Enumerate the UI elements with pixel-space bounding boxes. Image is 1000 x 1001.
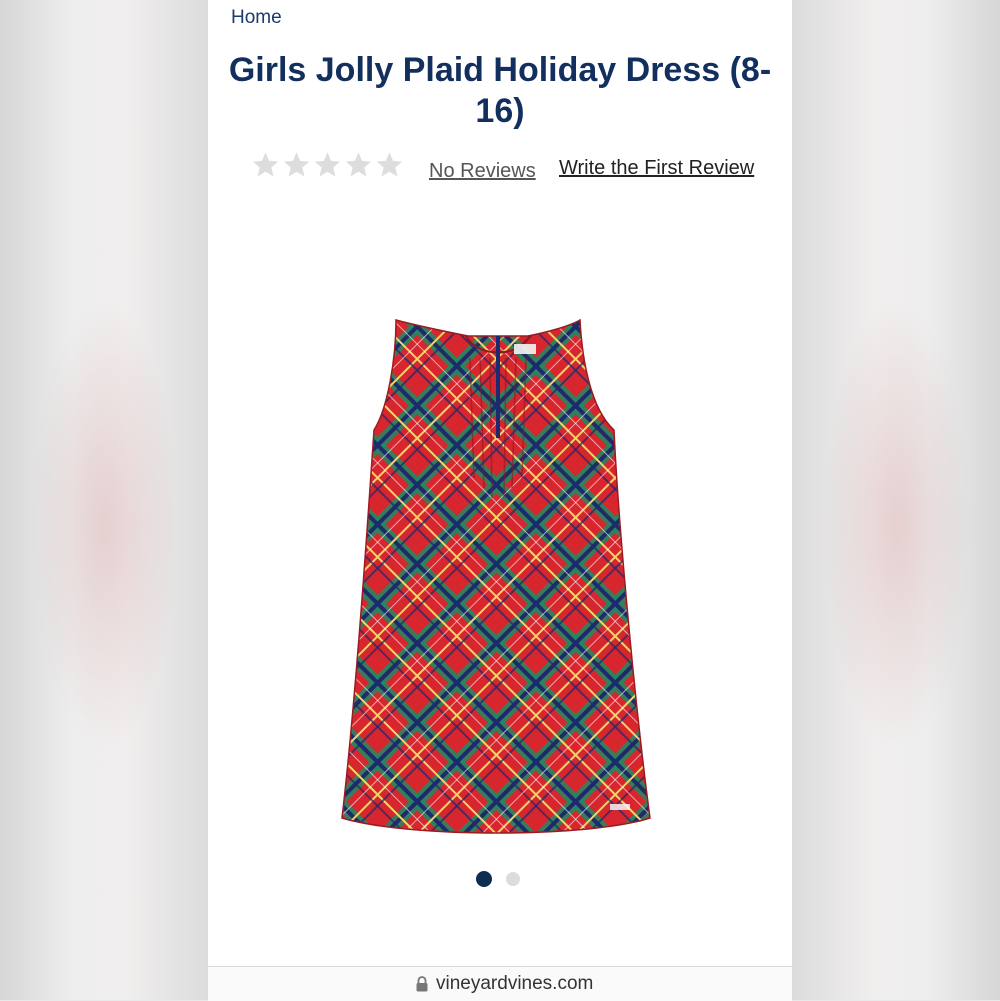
background-left <box>0 0 208 1000</box>
star-icon <box>252 152 279 177</box>
plaid-dress-image[interactable] <box>338 318 658 848</box>
product-title: Girls Jolly Plaid Holiday Dress (8-16) <box>228 51 772 130</box>
star-icon <box>283 152 310 177</box>
breadcrumb-home-link[interactable]: Home <box>231 7 282 29</box>
star-icon <box>376 152 403 177</box>
lock-icon <box>416 976 428 992</box>
url-text: vineyardvines.com <box>436 973 594 994</box>
star-icon <box>345 152 372 177</box>
star-rating <box>251 150 404 179</box>
star-icon <box>314 152 341 177</box>
carousel-dot-1[interactable] <box>476 871 492 887</box>
browser-address-bar[interactable]: vineyardvines.com <box>208 966 792 1001</box>
write-review-link[interactable]: Write the First Review <box>559 157 754 180</box>
rating-row: No Reviews Write the First Review <box>208 148 792 188</box>
no-reviews-link[interactable]: No Reviews <box>429 160 536 183</box>
background-right <box>792 0 1000 1000</box>
carousel-dots <box>476 871 520 887</box>
carousel-dot-2[interactable] <box>506 872 520 886</box>
phone-screen: Home Girls Jolly Plaid Holiday Dress (8-… <box>208 0 792 1001</box>
